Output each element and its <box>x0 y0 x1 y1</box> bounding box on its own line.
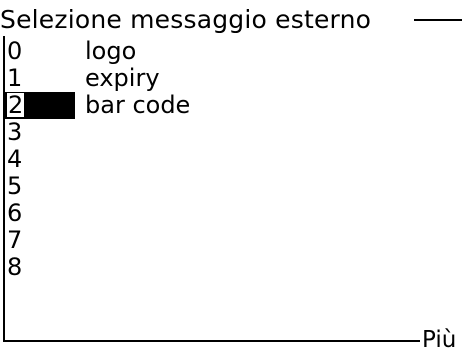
message-row[interactable]: 7 <box>5 227 445 254</box>
slot-number: 6 <box>7 199 23 227</box>
message-list: 0 logo 1 expiry 2 bar code 3 4 5 6 7 8 <box>5 38 445 281</box>
slot-number: 8 <box>7 253 23 281</box>
screen-title: Selezione messaggio esterno <box>0 4 374 36</box>
message-name: expiry <box>85 64 160 92</box>
slot-number: 5 <box>7 172 23 200</box>
message-row[interactable]: 3 <box>5 119 445 146</box>
title-rule <box>414 19 462 21</box>
message-row[interactable]: 8 <box>5 254 445 281</box>
slot-number: 1 <box>7 64 23 92</box>
message-name: logo <box>85 37 137 65</box>
message-name: bar code <box>85 91 191 119</box>
more-button[interactable]: Più <box>422 325 457 355</box>
slot-number: 0 <box>7 37 23 65</box>
frame-bottom-border <box>3 340 420 342</box>
message-row[interactable]: 5 <box>5 173 445 200</box>
slot-number: 7 <box>7 226 23 254</box>
external-message-screen: Selezione messaggio esterno 0 logo 1 exp… <box>0 0 462 355</box>
message-row[interactable]: 1 expiry <box>5 65 445 92</box>
message-row[interactable]: 4 <box>5 146 445 173</box>
message-row-selected[interactable]: 2 bar code <box>5 92 445 119</box>
slot-number: 3 <box>7 118 23 146</box>
message-row[interactable]: 6 <box>5 200 445 227</box>
slot-number: 4 <box>7 145 23 173</box>
selection-cursor: 2 <box>5 92 75 119</box>
message-row[interactable]: 0 logo <box>5 38 445 65</box>
